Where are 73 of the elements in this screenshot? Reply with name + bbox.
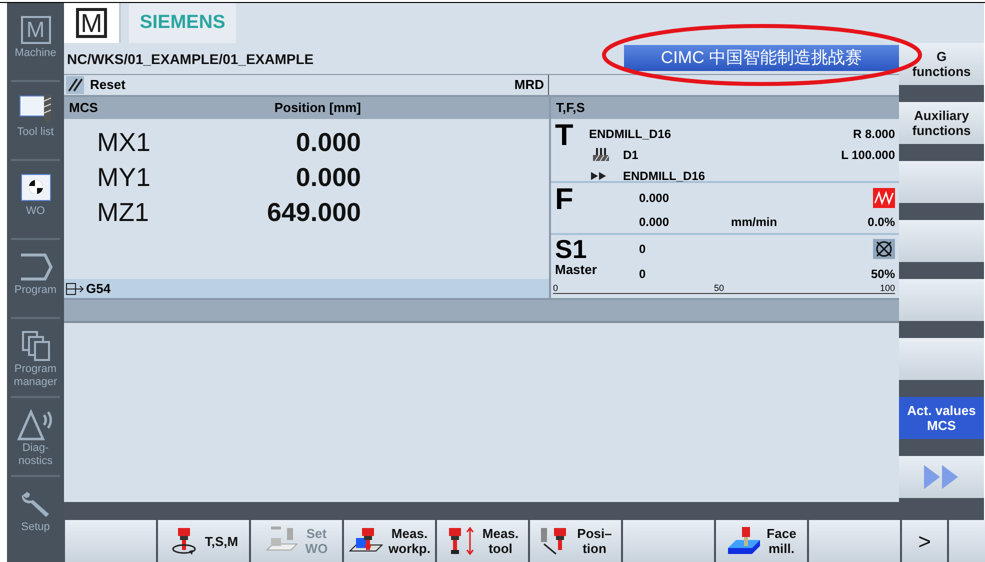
softkey[interactable]: Meas. tool: [437, 520, 528, 562]
softkey[interactable]: >: [902, 520, 947, 562]
measure-tool-icon: [446, 526, 476, 556]
program-path: NC/WKS/01_EXAMPLE/01_EXAMPLE: [66, 50, 314, 69]
softkey[interactable]: [949, 520, 985, 562]
more-softkey[interactable]: [899, 456, 984, 498]
softkey[interactable]: Meas. workp.: [344, 520, 435, 562]
double-arrow-icon: [924, 465, 960, 489]
scale-label: 50: [714, 284, 724, 293]
work-offset: G54: [86, 280, 111, 298]
column-header: Position [mm]: [273, 99, 361, 118]
axis-position: 0.000: [294, 126, 361, 159]
sidebar-item-label[interactable]: Program: [14, 284, 57, 297]
machine-icon: M: [20, 16, 50, 44]
feed-actual: 0.000: [639, 190, 670, 207]
softkey[interactable]: Act. values MCS: [899, 397, 984, 439]
tool-length: L 100.000: [841, 147, 895, 164]
softkey[interactable]: Auxiliary functions: [899, 102, 984, 144]
feed-unit: mm/min: [731, 214, 778, 231]
scale-label: 0: [553, 284, 558, 293]
next-tool-icon: [591, 172, 607, 180]
softkey[interactable]: [65, 520, 156, 562]
sidebar-item-label[interactable]: WO: [26, 205, 45, 218]
softkey[interactable]: [899, 279, 984, 321]
next-tool-name: ENDMILL_D16: [623, 168, 706, 185]
edge-number: D1: [623, 147, 638, 164]
sidebar-item-label[interactable]: Program manager: [14, 363, 58, 389]
cutting-edge-icon: [591, 148, 611, 162]
warning-triangle-icon: [16, 409, 54, 441]
softkey[interactable]: [899, 161, 984, 203]
spindle-actual: 0: [639, 241, 646, 258]
axis-name: MX1: [96, 126, 152, 159]
softkey[interactable]: T,S,M: [158, 520, 249, 562]
documents-icon: [20, 330, 50, 362]
channel-status: Reset: [90, 76, 126, 94]
softkey[interactable]: G functions: [899, 43, 984, 85]
work-offset-icon: [20, 174, 50, 202]
axis-name: MY1: [96, 161, 152, 194]
axis-position: 649.000: [266, 196, 361, 229]
softkey[interactable]: [899, 220, 984, 262]
scale-label: 100: [880, 284, 895, 293]
sidebar-item-label[interactable]: Tool list: [17, 126, 54, 139]
spindle-setpoint: 0: [639, 266, 646, 283]
logo: M: [64, 3, 121, 43]
offset-icon: [66, 282, 86, 294]
program-icon: [18, 253, 52, 281]
feed-setpoint: 0.000: [639, 214, 670, 231]
feed-letter: F: [554, 183, 574, 218]
spindle-override: 50%: [870, 266, 895, 283]
axis-position: 0.000: [294, 161, 361, 194]
sidebar-item-label[interactable]: Machine: [14, 47, 56, 60]
softkey[interactable]: Face mill.: [716, 520, 807, 562]
mode-status: MRD: [483, 75, 549, 95]
tool-list-icon: [18, 93, 52, 125]
banner: CIMC 中国智能制造挑战赛: [624, 45, 899, 71]
brand-name: SIEMENS: [129, 3, 236, 43]
tool-radius: R 8.000: [852, 126, 895, 143]
softkey[interactable]: [809, 520, 900, 562]
softkey[interactable]: [623, 520, 714, 562]
softkey[interactable]: [899, 338, 984, 380]
spindle-name: S1: [555, 235, 588, 263]
spindle-role: Master: [555, 263, 598, 277]
tool-name: ENDMILL_D16: [589, 126, 672, 143]
column-header: MCS: [68, 99, 99, 118]
tool-letter: T: [554, 119, 574, 154]
axis-name: MZ1: [96, 196, 150, 229]
softkey[interactable]: Posi– tion: [530, 520, 621, 562]
reset-icon: [66, 76, 84, 94]
sidebar-item-label[interactable]: Diag- nostics: [18, 442, 53, 468]
face-mill-icon: [726, 526, 761, 556]
panel-title: T,F,S: [555, 99, 585, 118]
feed-override: 0.0%: [868, 214, 895, 231]
sidebar-item-label[interactable]: Setup: [21, 521, 50, 534]
